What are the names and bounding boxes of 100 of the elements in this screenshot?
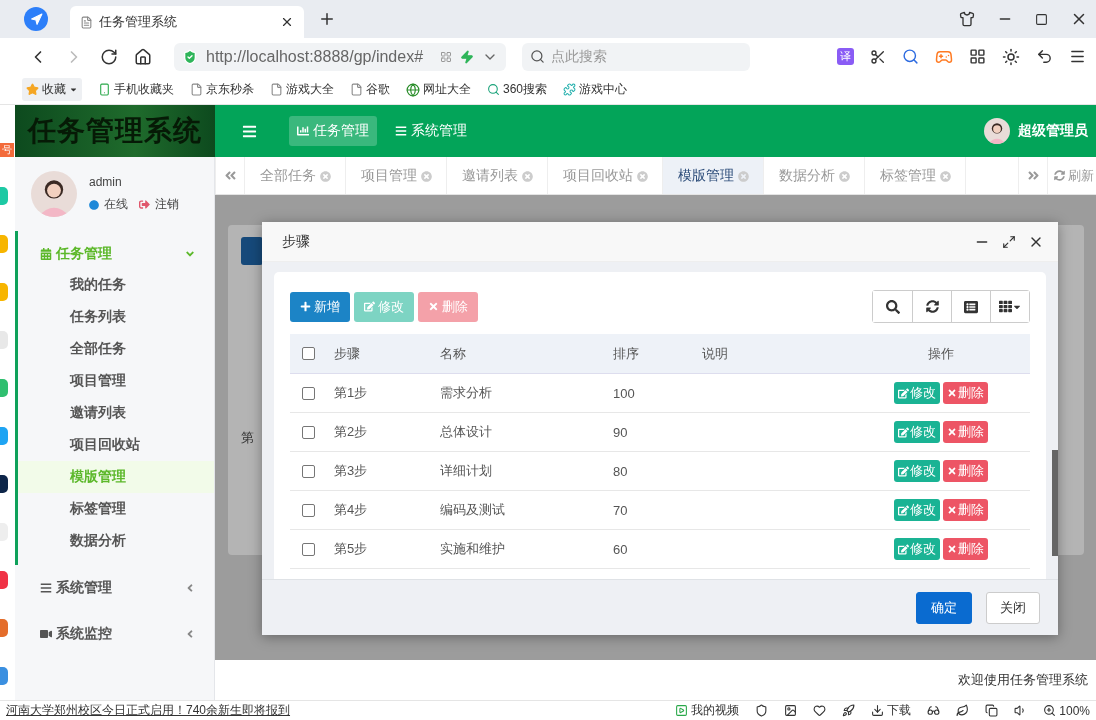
address-field[interactable]: http://localhost:8888/gp/index# [174,42,506,71]
table-cell-text: 60 [613,541,629,557]
shield-icon [182,48,198,65]
menu-icon[interactable] [1069,48,1086,65]
translate-button[interactable]: 译 [837,48,854,65]
side-app-icon[interactable] [0,475,8,493]
edit-icon [898,504,909,516]
sidebar-item[interactable]: 邀请列表 [18,397,214,429]
zoom-icon [1043,704,1057,717]
user-name: admin [89,175,123,189]
video-link[interactable]: 我的视频 [675,702,740,719]
checkbox[interactable] [302,425,315,439]
image-icon[interactable] [784,704,798,717]
double-chevron-right-icon [1026,169,1040,182]
bookmark[interactable]: 360搜索 [487,81,548,98]
undo-icon[interactable] [1036,48,1053,65]
bookmark[interactable]: 游戏中心 [563,81,628,98]
puzzle-icon [563,83,577,96]
edit-icon [364,301,375,312]
search-icon [530,49,545,64]
checkbox[interactable] [302,464,315,478]
refresh-icon [1054,170,1065,181]
sun-icon[interactable] [1002,47,1020,66]
grid-icon[interactable] [969,48,986,65]
rocket-icon[interactable] [842,704,856,717]
checkbox[interactable] [302,503,315,517]
logout-link[interactable]: 注销 [155,196,179,213]
checkbox[interactable] [302,542,315,556]
close-icon [947,388,957,398]
download-icon [871,704,885,717]
news-link[interactable]: 河南大学郑州校区今日正式启用！740余新生即将报到 [6,702,291,719]
close-icon [947,505,957,515]
bookmark[interactable]: 京东秒杀 [190,81,254,98]
dialog-title: 步骤 [282,232,311,251]
table-cell-text: 第3步 [334,462,369,480]
avatar [31,171,77,217]
maximize-icon[interactable] [1002,234,1016,249]
double-chevron-left-icon [223,169,237,182]
page-icon [190,83,203,96]
bookmark[interactable]: 谷歌 [350,81,390,98]
sidebar-item[interactable]: 项目回收站 [18,429,214,461]
checkbox[interactable] [302,386,315,400]
edit-icon [898,543,909,555]
reload-icon[interactable] [100,47,118,66]
bookmark[interactable]: 手机收藏夹 [98,81,174,98]
star-icon [26,83,39,96]
sidebar-item[interactable]: 全部任务 [18,333,214,365]
page-tab[interactable]: 模版管理 [663,157,764,194]
refresh-icon [925,300,939,313]
pager-text: 第 [241,429,254,447]
table-cell-text: 80 [613,463,629,479]
sidebar-item[interactable]: 标签管理 [18,493,214,525]
copy-icon[interactable] [985,704,999,717]
table-cell-text: 第5步 [334,540,369,558]
download-link[interactable]: 下载 [871,702,912,719]
page-icon [350,83,363,96]
bolt-icon [460,49,474,64]
checkbox[interactable] [302,347,315,360]
shield-icon[interactable] [755,704,769,717]
home-icon[interactable] [134,47,152,66]
sidebar-group-header[interactable]: 系统监控 [18,619,214,649]
heart-icon[interactable] [813,704,827,717]
sidebar-item[interactable]: 项目管理 [18,365,214,397]
table-cell-text: 第1步 [334,384,369,402]
zoom-control[interactable]: 100% [1043,703,1090,718]
shirt-icon[interactable] [959,11,975,27]
close-button[interactable]: 关闭 [986,591,1040,624]
maximize-icon[interactable] [1035,12,1048,26]
sidebar-group-header[interactable]: 系统管理 [18,573,214,603]
list-icon [964,299,978,314]
confirm-button[interactable]: 确定 [916,591,972,624]
online-status-icon [89,199,99,210]
close-icon [428,301,439,312]
bookmark[interactable]: 网址大全 [406,81,471,98]
table-cell-text: 总体设计 [440,423,493,441]
footer-text: 欢迎使用任务管理系统 [958,671,1088,689]
sidebar-item[interactable]: 数据分析 [18,525,214,557]
close-icon [947,466,957,476]
column-header: 步骤 [334,344,361,363]
sidebar-item[interactable]: 我的任务 [18,269,214,301]
leaf-icon[interactable] [956,704,970,717]
scissors-icon[interactable] [870,48,886,65]
table-cell-text: 70 [613,502,629,518]
new-tab-icon[interactable] [318,10,336,28]
bookmark[interactable]: 收藏 [22,78,82,101]
search-icon[interactable] [902,48,919,65]
glasses-icon[interactable] [927,704,941,717]
calendar-icon [40,248,52,260]
browser-tab[interactable]: 任务管理系统 [70,6,304,38]
menu-icon [40,582,52,594]
logout-icon[interactable] [139,199,150,210]
bookmark[interactable]: 游戏大全 [270,81,334,98]
caret-icon [69,85,78,94]
close-icon [947,544,957,554]
close-icon[interactable] [280,15,294,29]
edit-icon [898,426,909,438]
sidebar-item[interactable]: 任务列表 [18,301,214,333]
columns-button[interactable] [990,291,1029,322]
column-header: 操作 [927,344,955,363]
add-button[interactable]: 新增 [290,291,350,322]
